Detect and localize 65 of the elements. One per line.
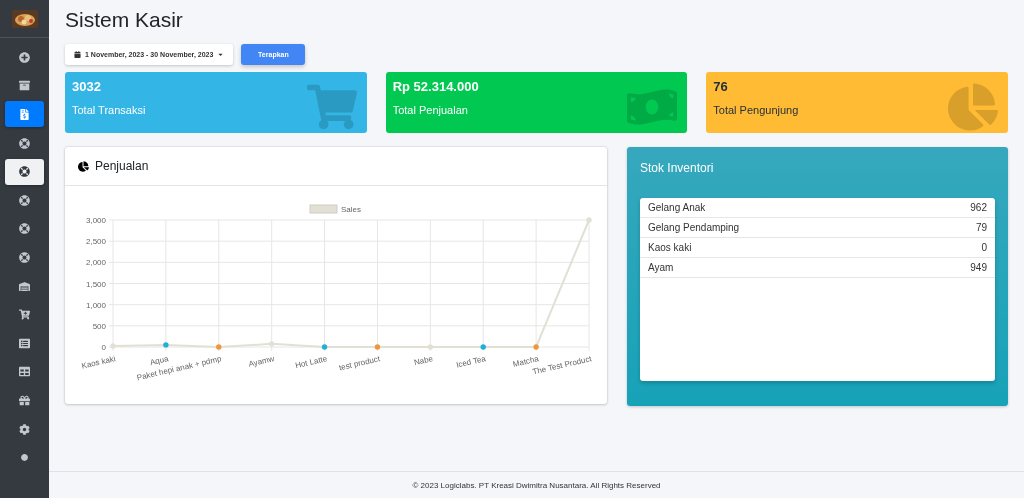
y-tick-label: 500 xyxy=(92,321,106,331)
ring-icon xyxy=(19,251,30,263)
cart-icon xyxy=(306,82,357,132)
item-name: Gelang Anak xyxy=(648,202,706,213)
stat-value: Rp 52.314.000 xyxy=(392,79,480,94)
list-icon xyxy=(19,337,30,349)
data-point xyxy=(586,217,592,223)
data-point xyxy=(533,344,539,350)
item-name: Kaos kaki xyxy=(648,242,692,253)
pie-chart-icon xyxy=(948,82,998,132)
gift-icon xyxy=(19,394,30,406)
x-tick-label: Matcha xyxy=(511,354,540,369)
item-stock: 949 xyxy=(970,262,987,273)
data-point xyxy=(427,344,434,350)
data-point xyxy=(480,344,486,350)
ring-icon xyxy=(19,223,30,235)
y-tick-label: 0 xyxy=(101,343,106,352)
sidebar-item[interactable] xyxy=(5,158,44,185)
item-name: Gelang Pendamping xyxy=(648,222,740,233)
cart-icon xyxy=(19,309,30,321)
legend-label: Sales xyxy=(341,205,361,214)
data-point xyxy=(216,344,222,350)
y-tick-label: 2,000 xyxy=(85,258,106,268)
item-name: Ayam xyxy=(648,262,674,273)
caret-icon xyxy=(217,51,225,58)
panel-title: Stok Inventori xyxy=(640,160,715,175)
panel-title: Penjualan xyxy=(95,159,149,173)
x-tick-label: Iced Tea xyxy=(455,354,487,370)
logo xyxy=(11,9,38,28)
item-stock: 79 xyxy=(975,222,987,233)
item-stock: 0 xyxy=(981,242,987,253)
y-tick-label: 3,000 xyxy=(85,216,106,225)
stat-label: Total Penjualan xyxy=(392,104,469,116)
ring-icon xyxy=(19,137,30,149)
table-icon xyxy=(19,366,30,378)
x-tick-label: Ayamw xyxy=(247,354,276,369)
x-tick-label: Aqua xyxy=(149,354,170,368)
footer-text: © 2023 Logiclabs. PT Kreasi Dwimitra Nusantara. All Rights Reserved xyxy=(412,480,661,490)
ring-icon xyxy=(19,166,30,178)
x-tick-label: test product xyxy=(338,354,381,373)
document-icon xyxy=(19,109,30,120)
x-tick-label: Kaos kaki xyxy=(80,354,117,371)
data-point xyxy=(321,344,328,350)
sidebar-item[interactable] xyxy=(5,101,44,128)
warehouse-icon xyxy=(19,280,30,292)
data-point xyxy=(163,342,169,348)
y-tick-label: 1,000 xyxy=(85,300,106,310)
ring-icon xyxy=(19,194,30,206)
data-point xyxy=(110,343,116,349)
stat-value: 76 xyxy=(713,79,729,94)
pie-chart-icon xyxy=(78,160,89,172)
stat-label: Total Transaksi xyxy=(72,104,147,116)
stat-value: 3032 xyxy=(72,79,102,94)
y-tick-label: 1,500 xyxy=(85,279,106,289)
item-stock: 962 xyxy=(970,202,987,213)
settings-icon xyxy=(19,423,30,435)
page-title: Sistem Kasir xyxy=(65,8,184,32)
x-tick-label: Hot Latte xyxy=(294,354,328,371)
stat-label: Total Pengunjung xyxy=(713,104,800,116)
x-tick-label: Nabe xyxy=(413,354,434,368)
calendar-icon xyxy=(74,51,81,58)
data-point xyxy=(268,341,275,347)
y-tick-label: 2,500 xyxy=(85,237,106,247)
data-point xyxy=(374,344,381,350)
archive-box-icon xyxy=(19,80,30,92)
